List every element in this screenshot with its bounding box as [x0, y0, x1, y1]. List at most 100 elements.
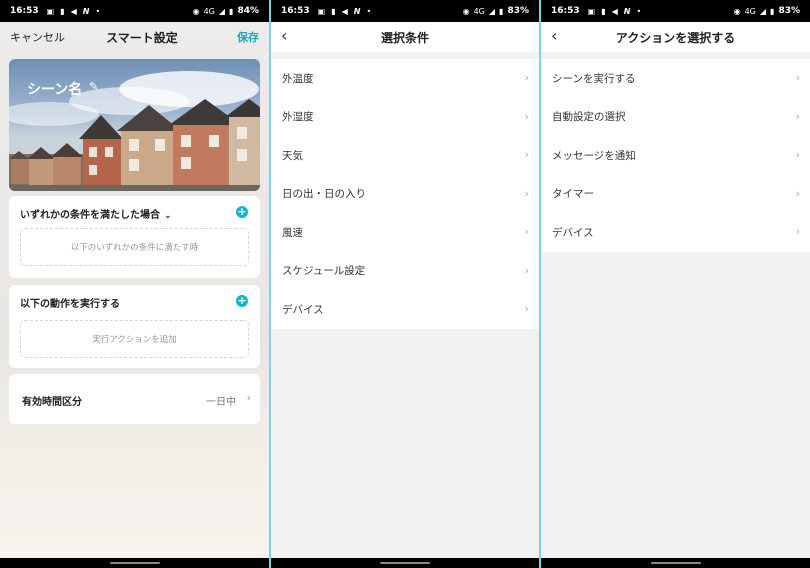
status-bar: 16:53 ▣ ▮ ◀ N • ◉ 4G ◢ ▮ 83% — [541, 0, 810, 22]
condition-card: いずれかの条件を満たした場合 ⌄ + 以下のいずれかの条件に満たす時 — [9, 196, 260, 278]
send-icon: ◀ — [611, 6, 618, 16]
add-condition-placeholder[interactable]: 以下のいずれかの条件に満たす時 — [20, 228, 249, 266]
image-icon: ▣ — [587, 6, 596, 16]
chevron-right-icon: › — [795, 148, 800, 161]
select-action-screen: 16:53 ▣ ▮ ◀ N • ◉ 4G ◢ ▮ 83% ‹ アクションを選択す… — [541, 0, 810, 568]
network-type: 4G — [473, 6, 485, 16]
chevron-right-icon: › — [246, 391, 251, 404]
list-item-label: 自動設定の選択 — [552, 111, 626, 124]
condition-mode-dropdown[interactable]: いずれかの条件を満たした場合 ⌄ — [20, 206, 172, 221]
home-indicator[interactable] — [650, 562, 701, 564]
eye-icon: ◉ — [192, 6, 200, 16]
list-item-label: デバイス — [282, 303, 324, 316]
chevron-right-icon: › — [524, 225, 529, 238]
chevron-right-icon: › — [524, 186, 529, 200]
status-bar: 16:53 ▣ ▮ ◀ N • ◉ 4G ◢ ▮ 84% — [0, 0, 269, 22]
add-action-placeholder-text: 実行アクションを追加 — [92, 335, 177, 345]
condition-list: 外温度 › 外湿度 › 天気 › 日の出・日の入り › 風速 › スケジュール設定 › デバ… — [271, 59, 539, 329]
validity-period-row[interactable]: 有効時間区分 一日中 › — [9, 374, 260, 424]
battery-level: 83% — [778, 6, 800, 16]
phone-icon: ▮ — [331, 6, 336, 16]
signal-icon: ◢ — [759, 6, 767, 16]
list-item[interactable]: 風速 › — [271, 213, 539, 252]
list-item-label: デバイス — [552, 226, 594, 239]
battery-icon: ▮ — [229, 6, 234, 16]
list-item-label: シーンを実行する — [552, 72, 636, 85]
list-item-label: タイマー — [552, 188, 594, 201]
select-condition-screen: 16:53 ▣ ▮ ◀ N • ◉ 4G ◢ ▮ 83% ‹ 選択条件 外温度 ›… — [271, 0, 539, 568]
eye-icon: ◉ — [733, 6, 741, 16]
back-arrow-icon[interactable]: ‹ — [551, 26, 557, 45]
signal-icon: ◢ — [488, 6, 496, 16]
chevron-right-icon: › — [795, 225, 800, 238]
top-bar: ‹ 選択条件 — [271, 22, 539, 52]
signal-icon: ◢ — [218, 6, 226, 16]
list-item-label: 外温度 — [282, 72, 314, 85]
add-action-icon[interactable]: + — [236, 295, 248, 307]
battery-icon: ▮ — [770, 6, 775, 16]
nfc-icon: N — [353, 6, 361, 16]
home-indicator[interactable] — [109, 562, 160, 564]
list-item[interactable]: 日の出・日の入り › — [271, 175, 539, 214]
status-bar: 16:53 ▣ ▮ ◀ N • ◉ 4G ◢ ▮ 83% — [271, 0, 539, 22]
save-button[interactable]: 保存 — [237, 29, 259, 45]
condition-mode-label: いずれかの条件を満たした場合 — [20, 210, 160, 221]
list-item-label: 天気 — [282, 149, 303, 162]
add-condition-icon[interactable]: + — [236, 206, 248, 218]
chevron-right-icon: › — [795, 71, 800, 84]
cancel-button[interactable]: キャンセル — [10, 29, 65, 45]
list-item[interactable]: 外湿度 › — [271, 98, 539, 137]
page-title: アクションを選択する — [615, 30, 736, 45]
list-item-label: 風速 — [282, 226, 303, 239]
edit-pencil-icon[interactable]: ✎ — [89, 80, 98, 93]
validity-value: 一日中 — [206, 397, 236, 408]
chevron-right-icon: › — [524, 71, 529, 84]
battery-level: 84% — [237, 6, 259, 16]
status-time: 16:53 — [10, 6, 39, 16]
page-title: 選択条件 — [380, 30, 429, 45]
list-item-label: スケジュール設定 — [282, 265, 366, 278]
phone-icon: ▮ — [601, 6, 606, 16]
action-card: 以下の動作を実行する + 実行アクションを追加 — [9, 285, 260, 368]
nfc-icon: N — [82, 6, 90, 16]
phone-icon: ▮ — [60, 6, 65, 16]
home-indicator[interactable] — [380, 562, 430, 564]
list-item-label: 外湿度 — [282, 111, 314, 124]
list-item[interactable]: 外温度 › — [271, 59, 539, 98]
list-item-label: 日の出・日の入り — [282, 188, 366, 201]
action-list: シーンを実行する › 自動設定の選択 › メッセージを通知 › タイマー › デバイス › — [541, 59, 810, 252]
scene-name[interactable]: シーン名 — [27, 79, 82, 99]
list-item-label: メッセージを通知 — [552, 149, 636, 162]
network-type: 4G — [744, 6, 756, 16]
back-arrow-icon[interactable]: ‹ — [281, 26, 287, 45]
list-item[interactable]: 自動設定の選択 › — [541, 98, 810, 137]
validity-label: 有効時間区分 — [22, 397, 82, 408]
nfc-icon: N — [623, 6, 631, 16]
status-time: 16:53 — [281, 6, 310, 16]
smart-settings-screen: 16:53 ▣ ▮ ◀ N • ◉ 4G ◢ ▮ 84% キャンセル スマート設… — [0, 0, 269, 568]
top-bar: キャンセル スマート設定 保存 — [0, 22, 269, 52]
dot-icon: • — [95, 6, 101, 16]
list-item[interactable]: スケジュール設定 › — [271, 252, 539, 291]
send-icon: ◀ — [70, 6, 77, 16]
nav-gesture-bar — [271, 558, 539, 568]
battery-level: 83% — [507, 6, 529, 16]
list-item[interactable]: デバイス › — [271, 290, 539, 329]
list-item[interactable]: メッセージを通知 › — [541, 136, 810, 175]
nav-gesture-bar — [0, 558, 269, 568]
list-item[interactable]: 天気 › — [271, 136, 539, 175]
scene-cover-image[interactable]: シーン名 ✎ — [9, 59, 260, 191]
dot-icon: • — [366, 6, 372, 16]
list-item[interactable]: デバイス › — [541, 213, 810, 252]
image-icon: ▣ — [46, 6, 55, 16]
top-bar: ‹ アクションを選択する — [541, 22, 810, 52]
network-type: 4G — [203, 6, 215, 16]
chevron-right-icon: › — [795, 186, 800, 200]
list-item[interactable]: シーンを実行する › — [541, 59, 810, 98]
list-item[interactable]: タイマー › — [541, 175, 810, 214]
page-title: スマート設定 — [106, 30, 178, 45]
image-icon: ▣ — [317, 6, 326, 16]
add-action-placeholder[interactable]: 実行アクションを追加 — [20, 320, 249, 358]
add-condition-placeholder-text: 以下のいずれかの条件に満たす時 — [70, 243, 199, 253]
chevron-right-icon: › — [524, 148, 529, 161]
